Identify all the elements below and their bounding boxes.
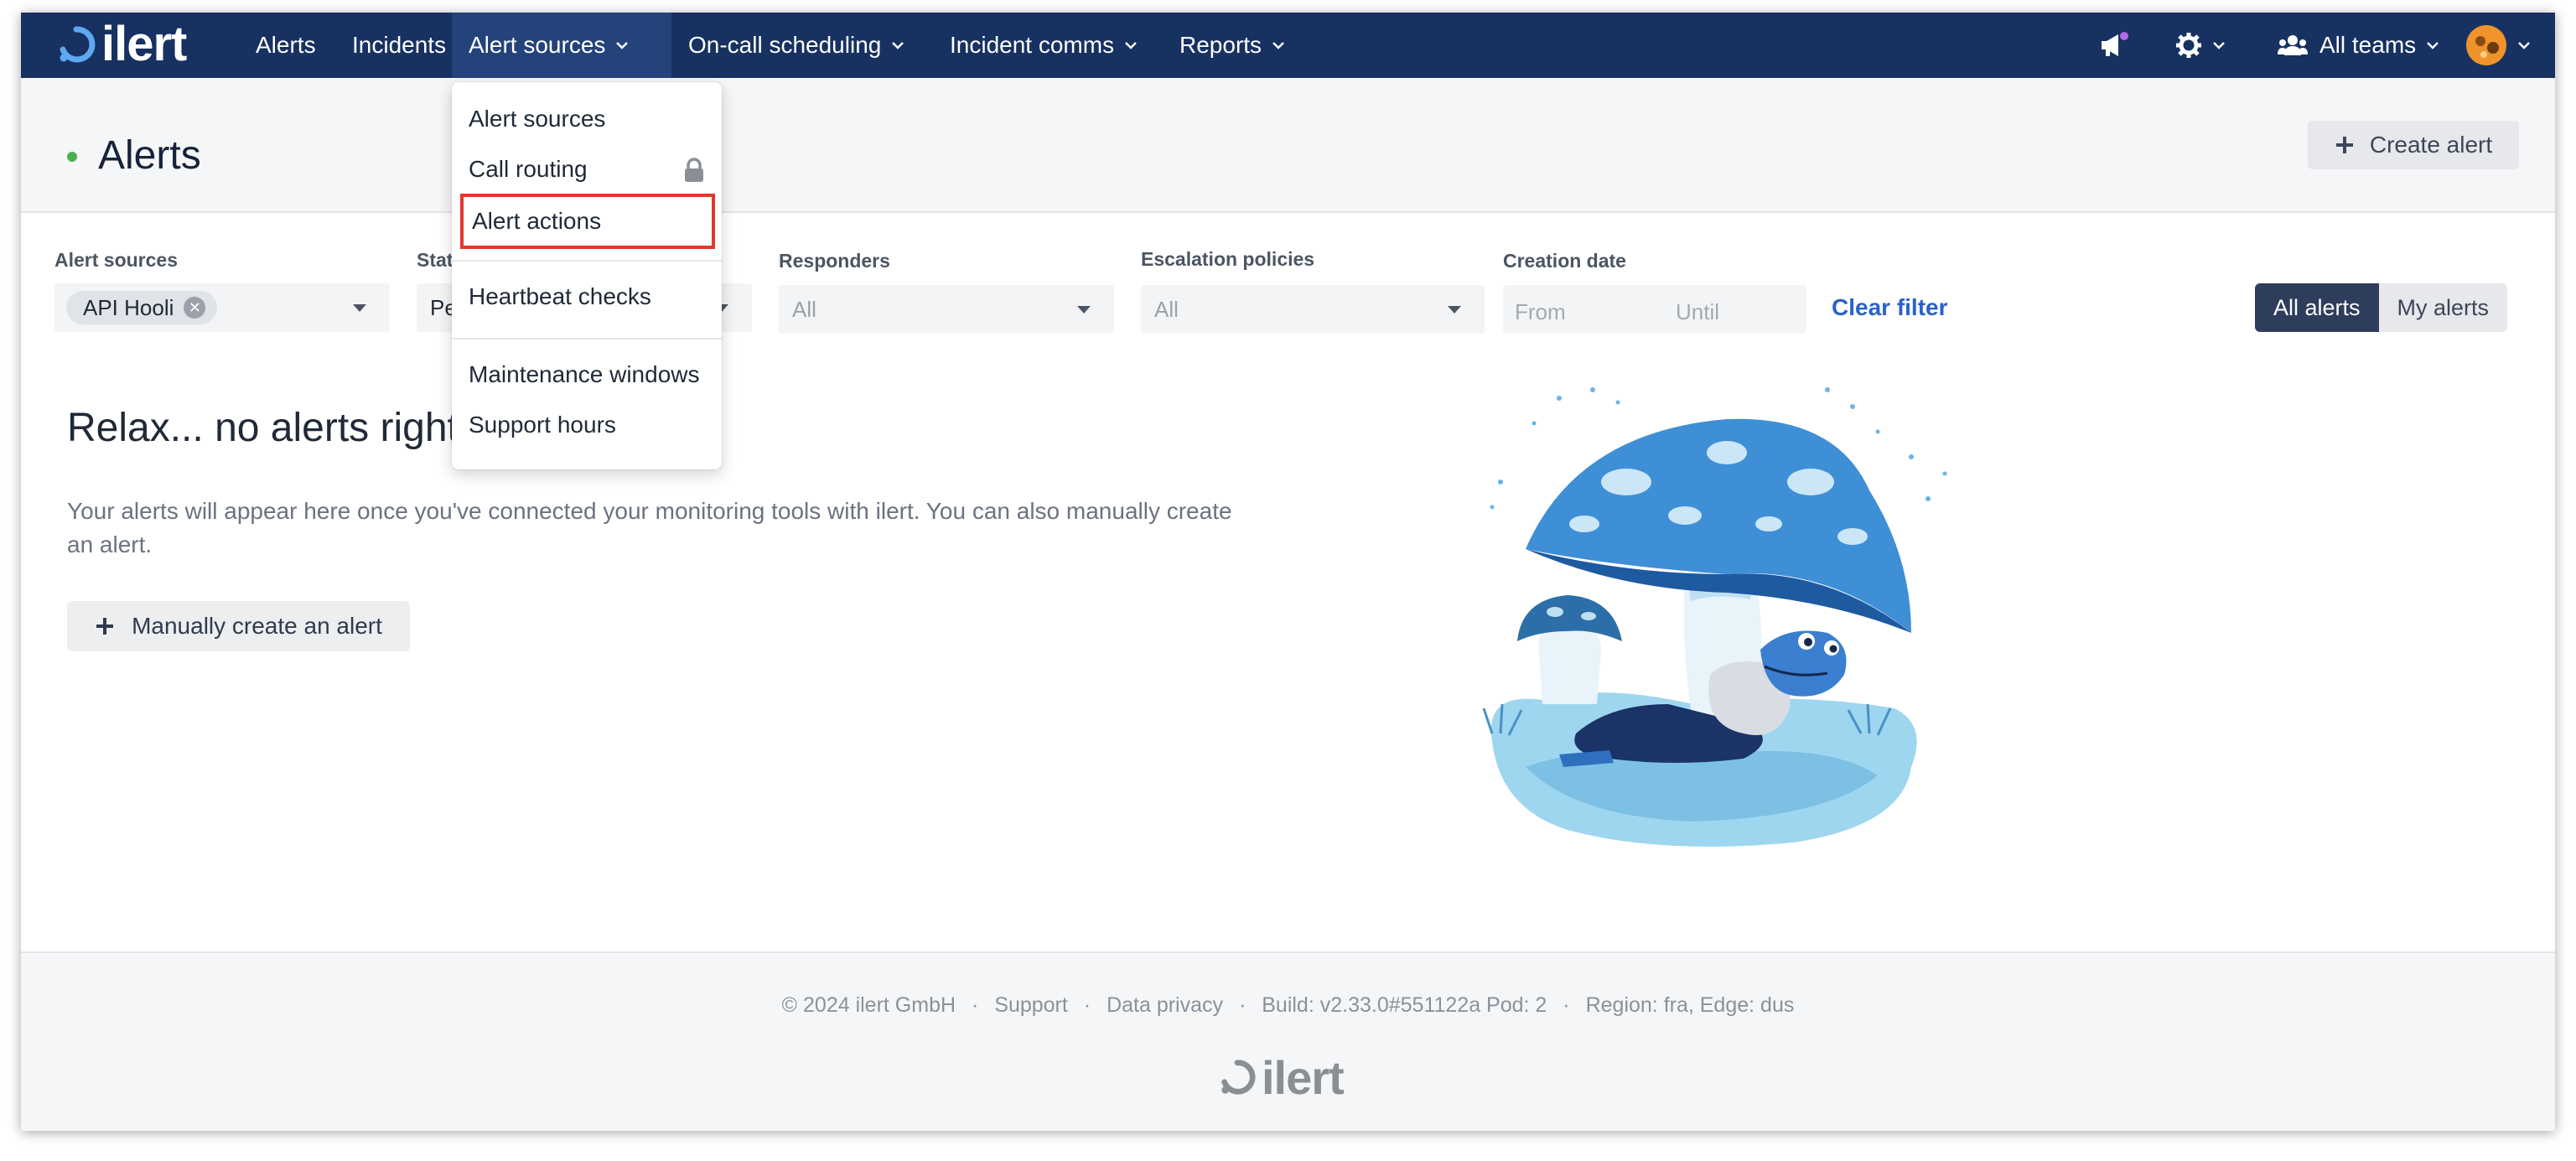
- footer-logo-text: ilert: [1262, 1050, 1345, 1104]
- escalation-filter[interactable]: All: [1141, 285, 1485, 334]
- menu-item-label: Support hours: [469, 412, 616, 438]
- empty-state-title: Relax... no alerts right n: [67, 406, 492, 450]
- footer-separator: ·: [1563, 993, 1570, 1017]
- nav-oncall-label: On-call scheduling: [688, 32, 882, 58]
- status-dot: [67, 152, 77, 162]
- manually-create-alert-button[interactable]: Manually create an alert: [67, 601, 410, 651]
- footer-separator: ·: [971, 993, 979, 1017]
- menu-item-maintenance-windows[interactable]: Maintenance windows: [452, 350, 722, 399]
- caret-down-icon: [353, 304, 366, 312]
- settings-menu[interactable]: [2167, 13, 2234, 78]
- nav-reports-label: Reports: [1179, 32, 1262, 58]
- escalation-filter-label: Escalation policies: [1141, 248, 1315, 270]
- menu-divider: [452, 338, 722, 339]
- footer-separator: ·: [1238, 993, 1247, 1017]
- footer-privacy-link[interactable]: Data privacy: [1107, 993, 1223, 1017]
- responders-filter-label: Responders: [779, 250, 890, 272]
- footer-region: Region: fra, Edge: dus: [1585, 993, 1795, 1017]
- top-navigation: ilert Alerts Incidents Alert sources On-…: [21, 13, 2555, 78]
- announcements-button[interactable]: [2090, 13, 2140, 78]
- footer-support-link[interactable]: Support: [994, 993, 1068, 1017]
- footer-build: Build: v2.33.0#551122a Pod: 2: [1262, 993, 1547, 1017]
- responders-filter-value: All: [792, 296, 816, 322]
- alert-sources-filter-label: Alert sources: [54, 249, 179, 271]
- chevron-down-icon: [2518, 42, 2530, 49]
- create-alert-button[interactable]: Create alert: [2308, 121, 2519, 169]
- manually-create-alert-label: Manually create an alert: [132, 613, 382, 639]
- nav-incident-comms[interactable]: Incident comms: [933, 13, 1154, 78]
- nav-alerts[interactable]: Alerts: [239, 13, 333, 78]
- menu-item-label: Alert actions: [472, 208, 602, 234]
- alert-sources-dropdown: Alert sources Call routing Alert actions…: [452, 82, 722, 469]
- date-from-input[interactable]: From: [1515, 299, 1566, 325]
- footer-separator: ·: [1083, 993, 1091, 1017]
- menu-divider: [452, 260, 722, 262]
- megaphone-icon: [2102, 32, 2128, 56]
- nav-oncall-scheduling[interactable]: On-call scheduling: [671, 13, 921, 78]
- menu-item-label: Call routing: [469, 156, 588, 182]
- all-alerts-toggle[interactable]: All alerts: [2255, 283, 2379, 332]
- responders-filter[interactable]: All: [779, 285, 1114, 334]
- creation-date-label: Creation date: [1503, 250, 1626, 272]
- alert-source-chip-label: API Hooli: [83, 294, 174, 320]
- caret-down-icon: [1077, 306, 1091, 314]
- page-header: Alerts Create alert: [21, 78, 2555, 213]
- nav-incidents[interactable]: Incidents: [335, 13, 463, 78]
- ilert-logo[interactable]: ilert: [56, 17, 187, 71]
- menu-item-support-hours[interactable]: Support hours: [452, 401, 722, 449]
- gear-icon: [2176, 33, 2201, 58]
- creation-date-range: From Until: [1503, 285, 1806, 334]
- chevron-down-icon: [2213, 42, 2225, 49]
- empty-state-description: Your alerts will appear here once you've…: [67, 498, 1232, 557]
- create-alert-label: Create alert: [2369, 132, 2493, 158]
- chevron-down-icon: [1272, 42, 1284, 49]
- remove-chip-icon[interactable]: ✕: [184, 297, 206, 319]
- footer-copyright: © 2024 ilert GmbH: [781, 993, 956, 1017]
- page-title: Alerts: [98, 133, 201, 178]
- avatar: [2466, 25, 2506, 65]
- chevron-down-icon: [616, 42, 629, 49]
- nav-incident-comms-label: Incident comms: [950, 32, 1115, 58]
- lock-icon: [685, 158, 703, 182]
- ilert-logo-icon: [60, 26, 96, 63]
- menu-item-label: Maintenance windows: [469, 361, 700, 387]
- nav-alert-sources-label: Alert sources: [469, 32, 606, 58]
- status-filter-label: Stat: [417, 249, 454, 271]
- clear-filter-link[interactable]: Clear filter: [1832, 294, 1948, 321]
- teams-label: All teams: [2319, 32, 2417, 58]
- teams-selector[interactable]: All teams: [2261, 13, 2456, 78]
- footer-info: © 2024 ilert GmbH · Support · Data priva…: [21, 993, 2555, 1018]
- frog-mushroom-illustration: [1482, 387, 1947, 847]
- users-icon: [2278, 35, 2308, 55]
- alert-scope-toggle: All alerts My alerts: [2255, 283, 2508, 332]
- menu-item-alert-sources[interactable]: Alert sources: [452, 95, 722, 143]
- date-until-input[interactable]: Until: [1676, 299, 1719, 325]
- chevron-down-icon: [892, 42, 904, 49]
- menu-item-label: Heartbeat checks: [469, 283, 651, 309]
- alert-source-chip: API Hooli ✕: [66, 291, 218, 324]
- chevron-down-icon: [1125, 42, 1137, 49]
- alert-sources-filter[interactable]: API Hooli ✕: [54, 283, 390, 332]
- footer-logo: ilert: [1218, 1050, 1345, 1104]
- menu-item-alert-actions[interactable]: Alert actions: [460, 194, 715, 249]
- caret-down-icon: [1448, 306, 1461, 314]
- menu-item-heartbeat-checks[interactable]: Heartbeat checks: [452, 272, 722, 321]
- logo-text: ilert: [101, 17, 187, 71]
- my-alerts-toggle[interactable]: My alerts: [2378, 283, 2508, 332]
- user-menu[interactable]: [2456, 13, 2540, 78]
- plus-icon: [96, 618, 114, 635]
- menu-item-label: Alert sources: [469, 106, 606, 132]
- escalation-filter-value: All: [1154, 296, 1179, 322]
- plus-icon: [2335, 137, 2353, 153]
- nav-alert-sources[interactable]: Alert sources: [452, 13, 671, 78]
- menu-item-call-routing[interactable]: Call routing: [452, 145, 722, 194]
- footer: © 2024 ilert GmbH · Support · Data priva…: [21, 951, 2555, 1131]
- nav-reports[interactable]: Reports: [1163, 13, 1302, 78]
- chevron-down-icon: [2427, 42, 2439, 49]
- app-window: ilert Alerts Incidents Alert sources On-…: [21, 13, 2555, 1131]
- ilert-logo-icon: [1221, 1060, 1256, 1095]
